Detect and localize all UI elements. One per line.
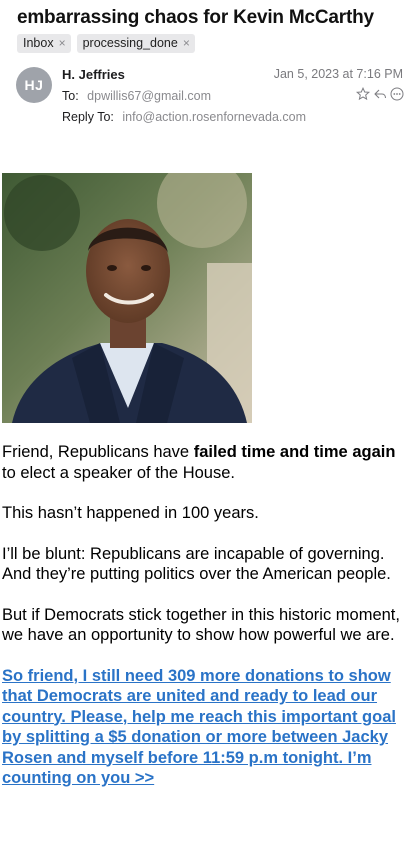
to-label: To: [62,89,79,103]
to-row: To: dpwillis67@gmail.com [62,89,211,103]
email-subject: embarrassing chaos for Kevin McCarthy [17,7,374,28]
reply-to-label: Reply To: [62,110,114,124]
reply-icon[interactable] [373,87,387,101]
avatar: HJ [16,67,52,103]
tag-label: processing_done [82,36,178,50]
body-text: to elect a speaker of the House. [2,463,235,482]
sender-name[interactable]: H. Jeffries [62,67,125,82]
reply-to-address[interactable]: info@action.rosenfornevada.com [122,110,306,124]
reply-to-row: Reply To: info@action.rosenfornevada.com [62,110,306,124]
body-text: Friend, Republicans have [2,443,194,461]
close-icon[interactable]: × [183,36,190,50]
donation-link[interactable]: So friend, I still need 309 more donatio… [2,666,402,789]
body-paragraph-3: I’ll be blunt: Republicans are incapable… [2,544,391,584]
tag-processing-done[interactable]: processing_done × [76,34,195,53]
email-body: Friend, Republicans have failed time and… [2,442,402,789]
body-paragraph-2: This hasn’t happened in 100 years. [2,504,259,522]
more-icon[interactable] [390,87,404,101]
email-date: Jan 5, 2023 at 7:16 PM [273,67,403,81]
tag-label: Inbox [23,36,54,50]
body-paragraph-4: But if Democrats stick together in this … [2,605,400,645]
sender-photo [2,173,252,423]
tag-inbox[interactable]: Inbox × [17,34,71,53]
message-actions [356,87,404,101]
to-address[interactable]: dpwillis67@gmail.com [87,89,211,103]
tag-list: Inbox × processing_done × [17,34,195,53]
close-icon[interactable]: × [59,36,66,50]
star-icon[interactable] [356,87,370,101]
body-bold-text: failed time and time again [193,443,396,461]
body-paragraph-1: Friend, Republicans have failed time and… [2,442,402,483]
